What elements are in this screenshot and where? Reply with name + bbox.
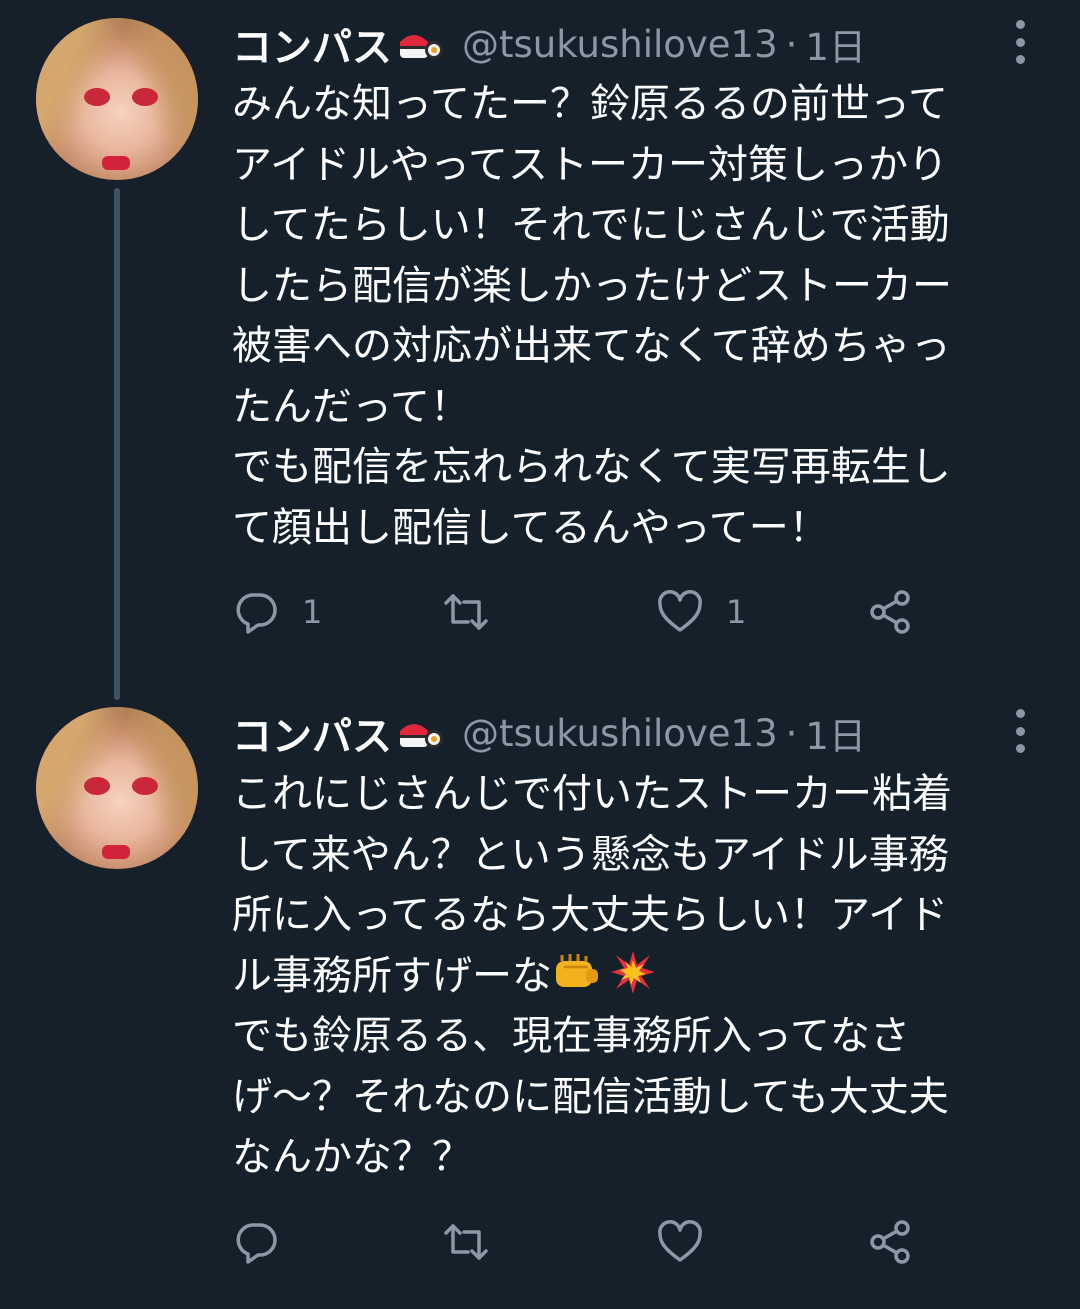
tweet-text: これにじさんじで付いたストーカー粘着 して来やん？という懸念もアイドル事務 所に… <box>232 764 1052 1188</box>
tweet-text-line: げ〜？それなのに配信活動しても大丈夫 <box>232 1073 949 1120</box>
tweet-text-line: みんな知ってたー？鈴原るるの前世って <box>232 81 948 127</box>
tweet-text-line: したら配信が楽しかったけどストーカー <box>232 262 952 309</box>
more-icon[interactable] <box>1010 20 1030 64</box>
tweet-text-line: して来やん？という懸念もアイドル事務 <box>232 831 949 878</box>
separator-dot: · <box>785 22 798 66</box>
like-button[interactable] <box>656 1212 726 1272</box>
separator-dot: · <box>785 711 798 755</box>
tweet-text-line: 所に入ってるなら大丈夫らしい！アイド <box>232 892 948 938</box>
tweet-text-line: なんかな？？ <box>232 1134 472 1180</box>
like-icon <box>658 590 702 632</box>
share-button[interactable] <box>866 1212 914 1272</box>
timestamp[interactable]: 1日 <box>805 706 866 760</box>
tweet-actions <box>232 1212 1032 1272</box>
tweet-text-line: 被害への対応が出来てなくて辞めちゃっ <box>232 323 951 369</box>
reply-icon <box>236 593 277 634</box>
retweet-button[interactable] <box>442 1212 512 1272</box>
share-button[interactable] <box>866 582 914 642</box>
reply-icon <box>236 1223 277 1264</box>
tweet-text-line: でも配信を忘れられなくて実写再転生し <box>232 444 951 490</box>
like-button[interactable]: 1 <box>656 582 746 642</box>
retweet-button[interactable] <box>442 582 512 642</box>
tweet-text-line: て顔出し配信してるんやってー！ <box>232 504 829 551</box>
reply-count: 1 <box>302 593 323 631</box>
tweet-header: コンパス @tsukushilove13 · 1日 <box>232 705 866 761</box>
tweet-text-line: これにじさんじで付いたストーカー粘着 <box>232 771 952 817</box>
like-count: 1 <box>726 593 747 631</box>
tweet-text-line: ル事務所すげーな <box>232 946 1052 1007</box>
display-name[interactable]: コンパス <box>232 15 392 73</box>
reply-button[interactable] <box>232 1212 302 1272</box>
share-icon <box>870 1220 910 1264</box>
avatar[interactable] <box>36 707 198 869</box>
more-icon[interactable] <box>1010 709 1030 753</box>
timestamp[interactable]: 1日 <box>805 17 866 71</box>
tweet-text-line: アイドルやってストーカー対策しっかり <box>232 141 948 188</box>
tweet-text-line: たんだって！ <box>232 383 470 430</box>
display-name[interactable]: コンパス <box>232 704 392 762</box>
share-icon <box>870 590 910 634</box>
collision-emoji-icon <box>610 949 656 1013</box>
reply-button[interactable]: 1 <box>232 582 322 642</box>
retweet-icon <box>444 1224 488 1260</box>
like-icon <box>658 1220 702 1262</box>
user-handle[interactable]: @tsukushilove13 <box>462 23 778 66</box>
retweet-icon <box>444 594 488 630</box>
tweet-text-fragment: ル事務所すげーな <box>232 952 552 999</box>
thread-line <box>114 188 120 700</box>
tweet-header: コンパス @tsukushilove13 · 1日 <box>232 16 866 72</box>
tweet-text: みんな知ってたー？鈴原るるの前世って アイドルやってストーカー対策しっかり して… <box>232 74 1052 558</box>
user-handle[interactable]: @tsukushilove13 <box>462 712 778 755</box>
sushi-emoji-icon <box>398 24 444 64</box>
tweet-text-line: でも鈴原るる、現在事務所入ってなさ <box>232 1013 910 1059</box>
tweet-actions: 1 1 <box>232 582 1032 642</box>
oncoming-fist-emoji-icon <box>552 951 602 1013</box>
avatar[interactable] <box>36 18 198 180</box>
tweet-text-line: してたらしい！それでにじさんじで活動 <box>232 202 950 248</box>
sushi-emoji-icon <box>398 713 444 753</box>
